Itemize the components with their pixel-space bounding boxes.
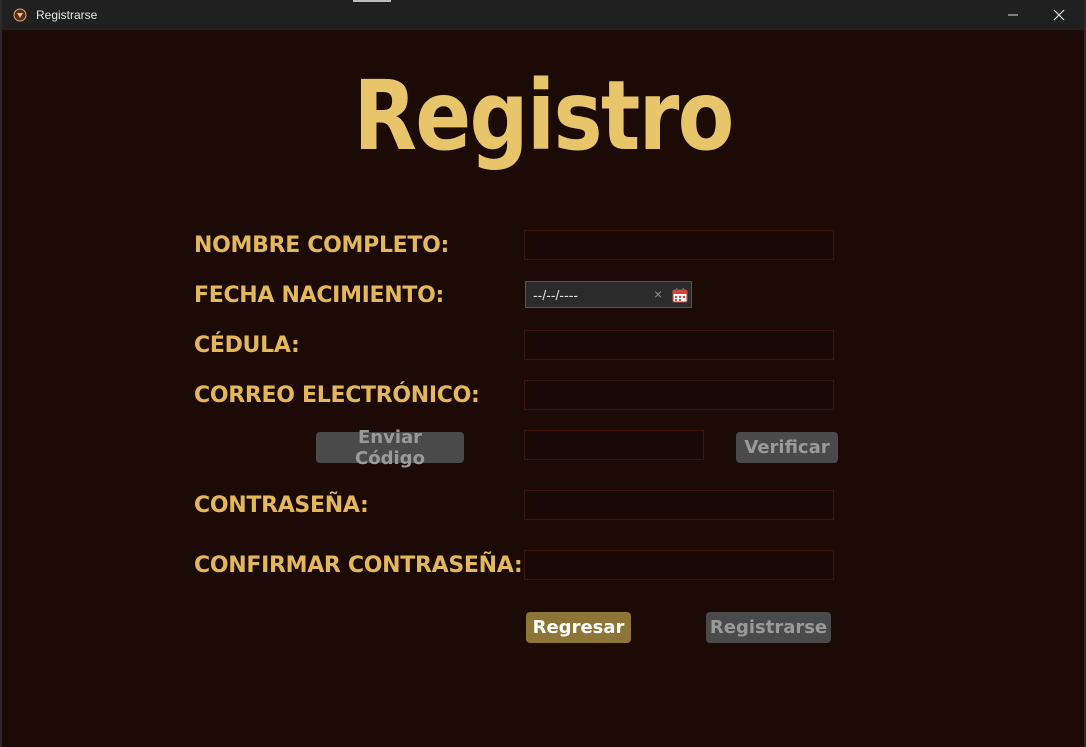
full-name-label: NOMBRE COMPLETO:	[194, 233, 450, 258]
back-button[interactable]: Regresar	[526, 612, 631, 643]
send-code-button[interactable]: Enviar Código	[316, 427, 464, 469]
birth-date-value: --/--/----	[533, 287, 579, 303]
verify-button[interactable]: Verificar	[736, 432, 838, 463]
minimize-icon	[1008, 14, 1018, 16]
window-title: Registrarse	[36, 8, 98, 22]
email-input[interactable]	[524, 380, 834, 410]
title-accent-line	[353, 0, 391, 2]
birth-date-label: FECHA NACIMIENTO:	[194, 283, 444, 308]
close-button[interactable]	[1036, 0, 1082, 30]
email-label: CORREO ELECTRÓNICO:	[194, 383, 480, 408]
close-icon	[1053, 9, 1065, 21]
minimize-button[interactable]	[990, 0, 1036, 30]
id-number-label: CÉDULA:	[194, 333, 300, 358]
title-bar: Registrarse	[2, 0, 1084, 30]
password-label: CONTRASEÑA:	[194, 493, 369, 518]
full-name-input[interactable]	[524, 230, 834, 260]
register-button[interactable]: Registrarse	[706, 612, 831, 643]
confirm-password-label: CONFIRMAR CONTRASEÑA:	[194, 553, 523, 578]
page-title: Registro	[353, 60, 734, 172]
password-input[interactable]	[524, 490, 834, 520]
birth-date-picker[interactable]: --/--/---- ×	[525, 281, 692, 308]
app-window: Registrarse Registro NOMBRE COMPLETO: FE…	[0, 0, 1086, 747]
id-number-input[interactable]	[524, 330, 834, 360]
app-icon	[13, 8, 27, 22]
confirm-password-input[interactable]	[524, 550, 834, 580]
calendar-icon[interactable]	[672, 287, 688, 303]
verification-code-input[interactable]	[524, 430, 704, 460]
clear-date-icon[interactable]: ×	[654, 286, 662, 302]
